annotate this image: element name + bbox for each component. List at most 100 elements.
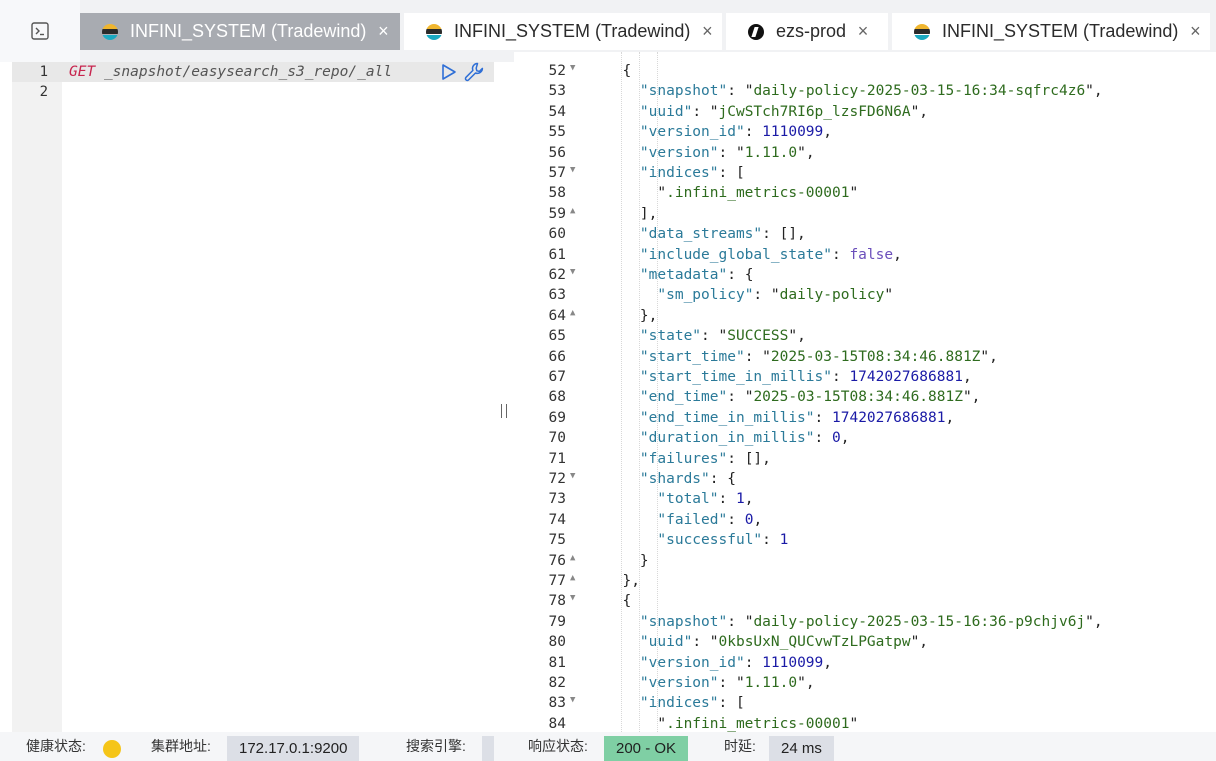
status-bar: 健康状态: 集群地址: 172.17.0.1:9200 搜索引擎: 响应状态: … (0, 732, 1216, 761)
json-value: SUCCESS (727, 328, 789, 345)
tab-label: INFINI_SYSTEM (Tradewind) (942, 21, 1179, 41)
pane-resize-divider[interactable] (494, 62, 514, 732)
cluster-address-label: 集群地址: (151, 738, 211, 754)
close-icon[interactable]: × (1188, 21, 1202, 42)
line-number: 63 (548, 287, 566, 304)
code-line: 81 "version_id": 1110099, (514, 654, 1216, 674)
request-path: _snapshot/easysearch_s3_repo/_all (103, 64, 393, 80)
cluster-address-value: 172.17.0.1:9200 (227, 736, 360, 761)
code-line: 73 "total": 1, (514, 490, 1216, 510)
terminal-icon (31, 22, 49, 40)
latency-value: 24 ms (769, 736, 834, 761)
json-value: 1.11.0 (744, 675, 798, 691)
close-icon[interactable]: × (376, 21, 390, 42)
line-number: 75 (548, 532, 566, 549)
tab-label: INFINI_SYSTEM (Tradewind) (130, 21, 367, 41)
line-number: 56 (548, 144, 566, 161)
console-toggle-button[interactable] (0, 0, 80, 62)
request-line[interactable]: GET _snapshot/easysearch_s3_repo/_all (69, 62, 392, 82)
line-number: 70 (548, 430, 566, 447)
tab-infini-system-1[interactable]: INFINI_SYSTEM (Tradewind) × (80, 13, 400, 50)
code-line: 65 "state": "SUCCESS", (514, 327, 1216, 347)
fold-up-icon[interactable]: ▲ (570, 206, 575, 216)
json-value: 2025-03-15T08:34:46.881Z (770, 348, 981, 365)
close-icon[interactable]: × (856, 21, 870, 42)
easysearch-logo-icon (426, 23, 442, 40)
search-engine-value (482, 736, 494, 761)
code-line: 68 "end_time": "2025-03-15T08:34:46.881Z… (514, 388, 1216, 408)
code-line: 56 "version": "1.11.0", (514, 144, 1216, 164)
code-line: 80 "uuid": "0kbsUxN_QUCvwTzLPGatpw", (514, 633, 1216, 653)
line-number: 66 (548, 348, 566, 365)
json-value: 1742027686881 (832, 409, 946, 426)
json-value: 1110099 (762, 124, 824, 141)
editor-gutter (12, 62, 62, 732)
line-number: 79 (548, 613, 566, 630)
json-value: 1110099 (762, 654, 824, 671)
response-output[interactable]: 52 ▼ { 53 "snapshot": "daily-policy-2025… (514, 52, 1216, 732)
json-value: daily-policy (779, 287, 885, 304)
line-number: 80 (548, 634, 566, 651)
code-line: 54 "uuid": "jCwSTch7RI6p_lzsFD6N6A", (514, 103, 1216, 123)
fold-down-icon[interactable]: ▼ (570, 267, 575, 277)
resize-handle[interactable] (501, 404, 507, 418)
line-number: 68 (548, 389, 566, 406)
code-line: 83 ▼ "indices": [ (514, 694, 1216, 714)
code-line: 63 "sm_policy": "daily-policy" (514, 286, 1216, 306)
fold-down-icon[interactable]: ▼ (570, 63, 575, 73)
fold-down-icon[interactable]: ▼ (570, 593, 575, 603)
code-line: 72 ▼ "shards": { (514, 470, 1216, 490)
request-editor[interactable]: 1 2 GET _snapshot/easysearch_s3_repo/_al… (0, 62, 494, 732)
fold-down-icon[interactable]: ▼ (570, 165, 575, 175)
code-line: 55 "version_id": 1110099, (514, 123, 1216, 143)
json-value: 1742027686881 (849, 369, 963, 385)
line-number: 59 (548, 205, 566, 222)
tab-infini-system-3[interactable]: INFINI_SYSTEM (Tradewind) × (892, 13, 1210, 50)
code-line: 79 "snapshot": "daily-policy-2025-03-15-… (514, 613, 1216, 633)
line-number: 53 (548, 83, 566, 100)
close-icon[interactable]: × (700, 21, 714, 42)
fold-up-icon[interactable]: ▲ (570, 308, 575, 318)
wrench-icon[interactable] (463, 61, 485, 83)
json-value: .infini_metrics-00001 (666, 185, 850, 202)
latency-label: 时延: (724, 738, 756, 754)
code-line: 76 ▲ } (514, 552, 1216, 572)
response-status-badge: 200 - OK (604, 736, 689, 761)
line-number: 54 (548, 103, 566, 120)
code-line: 69 "end_time_in_millis": 1742027686881, (514, 409, 1216, 429)
play-icon[interactable] (441, 63, 457, 81)
line-number: 67 (548, 369, 566, 385)
json-value: 0 (832, 430, 841, 447)
line-number: 83 (548, 695, 566, 712)
json-value: 1 (779, 532, 789, 549)
code-line: 67 "start_time_in_millis": 1742027686881… (514, 368, 1216, 388)
easysearch-logo-icon (102, 23, 118, 40)
fold-up-icon[interactable]: ▲ (570, 573, 575, 583)
line-number: 71 (548, 450, 566, 467)
tab-infini-system-2[interactable]: INFINI_SYSTEM (Tradewind) × (404, 13, 722, 50)
line-number: 74 (548, 511, 566, 528)
code-line: 75 "successful": 1 (514, 531, 1216, 551)
fold-up-icon[interactable]: ▲ (570, 553, 575, 563)
code-line: 52 ▼ { (514, 62, 1216, 82)
json-value: daily-policy-2025-03-15-16:34-sqfrc4z6 (753, 83, 1086, 100)
fold-down-icon[interactable]: ▼ (570, 695, 575, 705)
json-value: .infini_metrics-00001 (666, 715, 850, 732)
code-line: 60 "data_streams": [], (514, 225, 1216, 245)
line-number: 72 (548, 471, 566, 487)
line-number: 57 (548, 165, 566, 181)
ezs-logo-icon (748, 23, 764, 40)
tab-ezs-prod[interactable]: ezs-prod × (726, 13, 888, 50)
code-line: 58 ".infini_metrics-00001" (514, 184, 1216, 204)
line-number: 61 (548, 246, 566, 263)
easysearch-logo-icon (914, 23, 930, 40)
code-line: 84 ".infini_metrics-00001" (514, 715, 1216, 732)
line-number: 60 (548, 226, 566, 243)
search-engine-label: 搜索引擎: (406, 738, 466, 754)
tab-label: INFINI_SYSTEM (Tradewind) (454, 21, 691, 41)
code-line: 82 "version": "1.11.0", (514, 674, 1216, 694)
code-line: 64 ▲ }, (514, 307, 1216, 327)
line-number: 64 (548, 307, 566, 324)
fold-down-icon[interactable]: ▼ (570, 471, 575, 481)
line-number: 84 (548, 715, 566, 732)
